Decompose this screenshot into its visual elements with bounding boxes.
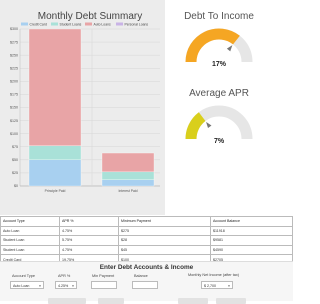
- update-income-button[interactable]: [178, 298, 208, 304]
- legend-label: Credit Card: [30, 22, 47, 26]
- y-tick-label: $125: [10, 119, 18, 123]
- chevron-down-icon: ▼: [71, 284, 75, 288]
- cell-account-type: Student Loan: [0, 244, 60, 256]
- gauge-fill: [185, 112, 206, 140]
- gauge-needle-icon: [226, 45, 233, 52]
- cell-apr: 4.75%: [59, 244, 119, 256]
- account-type-value: Auto Loan: [13, 284, 30, 288]
- income-label: Monthly Net Income (after tax): [188, 273, 240, 277]
- gauges-svg: Debt To Income 17% Average APR 7%: [184, 11, 254, 145]
- bar-interest-paid-student-loans[interactable]: [101, 171, 155, 180]
- legend-label: Auto Loans: [94, 22, 111, 26]
- col-minimum-payment[interactable]: Minimum Payment: [118, 216, 211, 227]
- bar-principle-paid-auto-loans[interactable]: [28, 28, 82, 146]
- col-account-balance[interactable]: Account Balance: [210, 216, 293, 227]
- y-tick-label: $25: [12, 171, 18, 175]
- y-tick-label: $175: [10, 93, 18, 97]
- chart-svg: Monthly Debt Summary Credit Card Student …: [10, 11, 160, 193]
- y-tick-label: $75: [12, 145, 18, 149]
- cell-account-type: Auto Loan: [0, 225, 60, 237]
- legend-label: Personal Loans: [125, 22, 149, 26]
- min-payment-input[interactable]: [91, 281, 117, 289]
- y-tick-label: $300: [10, 27, 18, 31]
- cell-account-balance: $4590: [210, 244, 293, 256]
- reset-button[interactable]: [216, 298, 246, 304]
- table-row[interactable]: Auto Loan 4.75% $275 $11918: [0, 225, 293, 237]
- table-header-row: Account Type APR % Minimum Payment Accou…: [0, 216, 293, 227]
- bar-interest-paid-credit-card[interactable]: [101, 179, 155, 187]
- legend-swatch: [85, 22, 92, 26]
- legend-item-credit-card[interactable]: Credit Card: [21, 22, 47, 26]
- cell-apr: 5.75%: [59, 235, 119, 246]
- debt-to-income-value: 17%: [212, 61, 227, 68]
- debt-to-income-gauge: Debt To Income 17%: [184, 11, 254, 68]
- cell-account-balance: $9581: [210, 235, 293, 246]
- y-tick-label: $250: [10, 53, 18, 57]
- debt-to-income-title: Debt To Income: [184, 11, 254, 22]
- debt-accounts-table: Account Type APR % Minimum Payment Accou…: [0, 216, 293, 265]
- cell-apr: 4.75%: [59, 225, 119, 237]
- cell-minimum-payment: $28: [118, 235, 211, 246]
- legend-item-auto-loans[interactable]: Auto Loans: [85, 22, 111, 26]
- gauge-needle-icon: [206, 121, 212, 129]
- chevron-down-icon: ▼: [227, 284, 231, 288]
- clear-button[interactable]: [98, 298, 124, 304]
- income-value: $ 2,700: [204, 284, 216, 288]
- x-tick-label: Principle Paid: [45, 189, 66, 193]
- y-tick-label: $150: [10, 106, 18, 110]
- income-select[interactable]: $ 2,700 ▼: [201, 281, 233, 289]
- legend-swatch: [51, 22, 58, 26]
- y-tick-label: $0: [14, 184, 18, 188]
- chart-legend[interactable]: Credit Card Student Loans Auto Loans Person…: [21, 22, 148, 26]
- apr-select[interactable]: 4.25% ▼: [55, 281, 77, 289]
- monthly-debt-summary-chart: Monthly Debt Summary Credit Card Student …: [0, 0, 165, 215]
- bar-principle-paid-student-loans[interactable]: [28, 145, 82, 160]
- table-row[interactable]: Student Loan 4.75% $45 $4590: [0, 244, 293, 256]
- legend-swatch: [21, 22, 28, 26]
- account-type-label: Account Type: [12, 274, 35, 278]
- col-apr[interactable]: APR %: [59, 216, 119, 227]
- average-apr-title: Average APR: [189, 88, 249, 99]
- average-apr-value: 7%: [214, 138, 225, 145]
- legend-swatch: [116, 22, 123, 26]
- y-tick-label: $200: [10, 80, 18, 84]
- cell-account-type: Student Loan: [0, 235, 60, 246]
- cell-minimum-payment: $275: [118, 225, 211, 237]
- chart-x-axis: Principle Paid Interest Paid: [45, 189, 138, 193]
- apr-label: APR %: [58, 274, 71, 278]
- chart-title: Monthly Debt Summary: [38, 11, 142, 22]
- account-type-select[interactable]: Auto Loan ▼: [10, 281, 44, 289]
- y-tick-label: $225: [10, 66, 18, 70]
- chevron-down-icon: ▼: [38, 284, 42, 288]
- y-tick-label: $275: [10, 40, 18, 44]
- cell-account-balance: $11918: [210, 225, 293, 237]
- balance-input[interactable]: [132, 281, 158, 289]
- y-tick-label: $50: [12, 158, 18, 162]
- balance-label: Balance: [134, 274, 148, 278]
- apr-value: 4.25%: [58, 284, 69, 288]
- legend-label: Student Loans: [60, 22, 82, 26]
- y-tick-label: $100: [10, 132, 18, 136]
- form-title: Enter Debt Accounts & Income: [99, 264, 194, 271]
- gauges-panel: Debt To Income 17% Average APR 7%: [166, 0, 293, 215]
- table-row[interactable]: Student Loan 5.75% $28 $9581: [0, 235, 293, 246]
- bar-principle-paid-credit-card[interactable]: [28, 159, 82, 187]
- x-tick-label: Interest Paid: [118, 189, 137, 193]
- cell-minimum-payment: $45: [118, 244, 211, 256]
- add-account-button[interactable]: [48, 298, 86, 304]
- average-apr-gauge: Average APR 7%: [185, 88, 253, 145]
- debt-entry-form: Enter Debt Accounts & Income Account Typ…: [0, 261, 293, 304]
- bar-interest-paid-auto-loans[interactable]: [101, 152, 155, 173]
- col-account-type[interactable]: Account Type: [0, 216, 60, 227]
- legend-item-student-loans[interactable]: Student Loans: [51, 22, 82, 26]
- chart-y-axis: $0 $25 $50 $75 $100 $125 $150 $175 $200 $225 $250 $…: [10, 27, 18, 188]
- min-payment-label: Min Payment: [92, 274, 115, 278]
- legend-item-personal-loans[interactable]: Personal Loans: [116, 22, 148, 26]
